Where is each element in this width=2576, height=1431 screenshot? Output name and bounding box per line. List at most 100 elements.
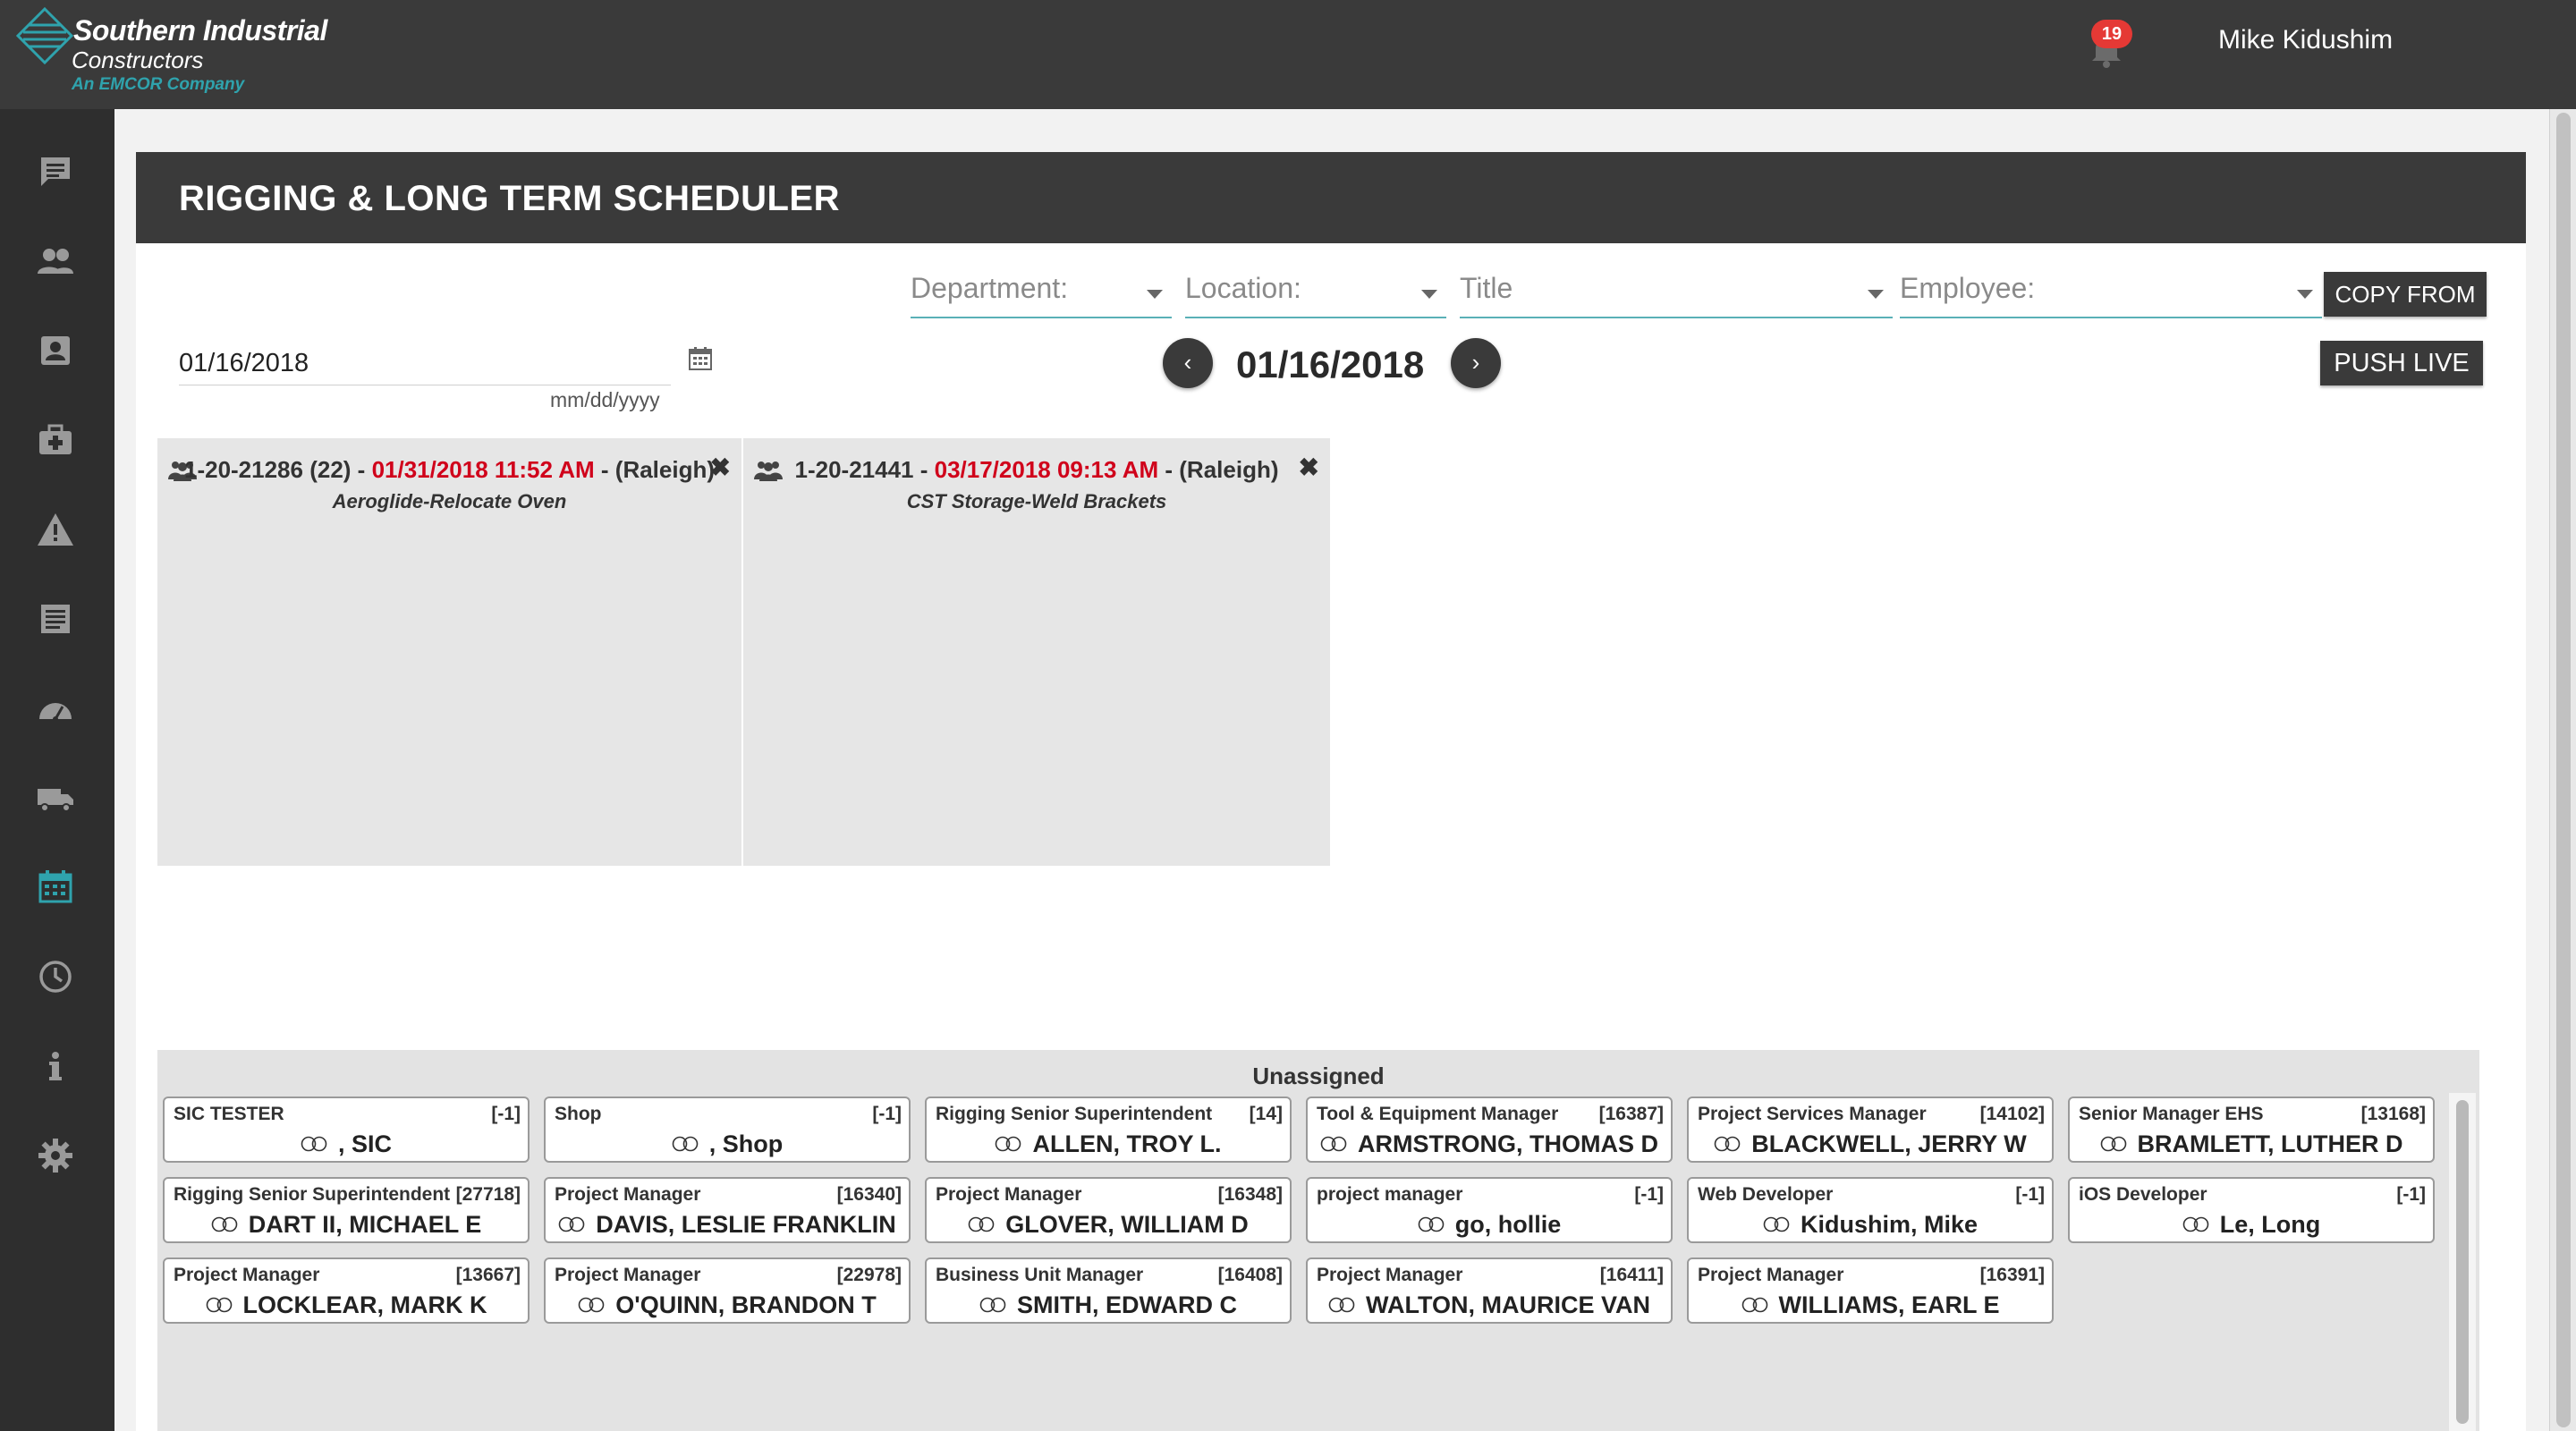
toggle-icon[interactable] (1418, 1216, 1445, 1232)
employee-card[interactable]: Shop [-1] , Shop (544, 1097, 911, 1163)
employee-title: Project Manager (1317, 1265, 1463, 1285)
department-filter[interactable]: Department: (911, 268, 1172, 318)
employee-name: DART II, MICHAEL E (248, 1211, 482, 1238)
employee-card[interactable]: Project Manager [16348] GLOVER, WILLIAM D (925, 1177, 1292, 1243)
sidebar-item-info[interactable] (36, 1046, 75, 1086)
sidebar-item-people[interactable] (36, 241, 75, 281)
page-scrollbar[interactable] (2549, 109, 2576, 1431)
next-day-button[interactable]: › (1451, 338, 1501, 388)
employee-name-row: Kidushim, Mike (1689, 1211, 2052, 1239)
employee-filter[interactable]: Employee: (1900, 268, 2322, 318)
employee-title: Tool & Equipment Manager (1317, 1104, 1559, 1124)
toggle-icon[interactable] (1741, 1297, 1768, 1313)
location-filter[interactable]: Location: (1185, 268, 1446, 318)
employee-card[interactable]: Senior Manager EHS [13168] BRAMLETT, LUTHE… (2068, 1097, 2435, 1163)
employee-card[interactable]: project manager [-1] go, hollie (1306, 1177, 1673, 1243)
brand-name: Southern Industrial (73, 14, 327, 47)
push-live-button[interactable]: PUSH LIVE (2320, 341, 2483, 385)
toggle-icon[interactable] (1763, 1216, 1790, 1232)
employee-name: go, hollie (1454, 1211, 1562, 1238)
employee-name-row: Le, Long (2070, 1211, 2433, 1239)
user-name[interactable]: Mike Kidushim (2218, 25, 2393, 55)
toggle-icon[interactable] (2100, 1136, 2127, 1152)
date-format-hint: mm/dd/yyyy (550, 388, 660, 411)
employee-card[interactable]: Project Manager [22978] O'QUINN, BRANDON T (544, 1257, 911, 1324)
company-logo-icon (16, 7, 73, 64)
employee-id: [13667] (455, 1265, 521, 1285)
employee-title: SIC TESTER (174, 1104, 284, 1124)
page-scrollbar-thumb[interactable] (2556, 113, 2571, 1427)
toggle-icon[interactable] (558, 1216, 585, 1232)
employee-title: Project Manager (555, 1265, 701, 1285)
unassigned-scrollbar-thumb[interactable] (2456, 1100, 2469, 1424)
employee-card[interactable]: Project Manager [13667] LOCKLEAR, MARK K (163, 1257, 530, 1324)
department-filter-label: Department: (911, 272, 1069, 304)
employee-name-row: BLACKWELL, JERRY W (1689, 1130, 2052, 1158)
unassigned-scrollbar[interactable] (2449, 1093, 2476, 1431)
employee-card[interactable]: SIC TESTER [-1] , SIC (163, 1097, 530, 1163)
medical-kit-icon (39, 424, 72, 454)
clock-icon (39, 961, 72, 993)
toggle-icon[interactable] (206, 1297, 233, 1313)
sidebar-item-medical[interactable] (36, 420, 75, 460)
scheduler-panel: RIGGING & LONG TERM SCHEDULER Department… (136, 152, 2526, 1431)
toggle-icon[interactable] (1714, 1136, 1741, 1152)
sidebar-item-scheduler[interactable] (36, 868, 75, 907)
employee-name-row: BRAMLETT, LUTHER D (2070, 1130, 2433, 1158)
chevron-down-icon (2297, 290, 2313, 299)
job-due-date: 01/31/2018 11:52 AM (371, 456, 595, 483)
previous-day-button[interactable]: ‹ (1163, 338, 1213, 388)
toggle-icon[interactable] (968, 1216, 995, 1232)
close-icon[interactable]: ✖ (710, 453, 731, 482)
date-input[interactable]: 01/16/2018 (179, 342, 671, 385)
employee-card[interactable]: Business Unit Manager [16408] SMITH, EDWAR… (925, 1257, 1292, 1324)
sidebar-item-dashboard[interactable] (36, 689, 75, 728)
employee-name: Kidushim, Mike (1800, 1211, 1979, 1238)
sidebar-item-safety[interactable] (36, 510, 75, 549)
employee-card[interactable]: Rigging Senior Superintendent [27718] DART… (163, 1177, 530, 1243)
employee-card[interactable]: iOS Developer [-1] Le, Long (2068, 1177, 2435, 1243)
sidebar-item-equipment[interactable] (36, 778, 75, 817)
copy-from-button[interactable]: COPY FROM (2324, 272, 2487, 317)
employee-id: [-1] (2015, 1184, 2045, 1205)
employee-card[interactable]: Tool & Equipment Manager [16387] ARMSTRONG… (1306, 1097, 1673, 1163)
employee-card[interactable]: Project Manager [16411] WALTON, MAURICE VA… (1306, 1257, 1673, 1324)
toggle-icon[interactable] (1328, 1297, 1355, 1313)
toggle-icon[interactable] (1320, 1136, 1347, 1152)
employee-card[interactable]: Project Services Manager [14102] BLACKWELL… (1687, 1097, 2054, 1163)
title-filter[interactable]: Title (1460, 268, 1893, 318)
employee-card[interactable]: Rigging Senior Superintendent [14] ALLEN, … (925, 1097, 1292, 1163)
job-header: 1-20-21286 (22) - 01/31/2018 11:52 AM - … (183, 456, 716, 483)
sidebar-item-settings[interactable] (36, 1136, 75, 1175)
warning-icon (38, 513, 73, 546)
employee-card[interactable]: Web Developer [-1] Kidushim, Mike (1687, 1177, 2054, 1243)
toggle-icon[interactable] (211, 1216, 238, 1232)
employee-card[interactable]: Project Manager [16340] DAVIS, LESLIE FRAN… (544, 1177, 911, 1243)
job-card[interactable]: 1-20-21286 (22) - 01/31/2018 11:52 AM - … (157, 438, 741, 866)
employee-name: O'QUINN, BRANDON T (615, 1291, 877, 1318)
employee-title: Shop (555, 1104, 602, 1124)
employee-name: WALTON, MAURICE VAN (1366, 1291, 1650, 1318)
toggle-icon[interactable] (995, 1136, 1021, 1152)
job-card[interactable]: 1-20-21441 - 03/17/2018 09:13 AM - (Rale… (743, 438, 1330, 866)
contact-card-icon (41, 336, 70, 365)
job-location: (Raleigh) (614, 456, 716, 483)
date-input-value: 01/16/2018 (179, 349, 309, 377)
truck-icon (38, 789, 73, 812)
sidebar-item-time[interactable] (36, 957, 75, 996)
toggle-icon[interactable] (2182, 1216, 2209, 1232)
employee-name-row: go, hollie (1308, 1211, 1671, 1239)
close-icon[interactable]: ✖ (1299, 453, 1319, 482)
gear-icon (38, 1139, 72, 1173)
employee-card[interactable]: Project Manager [16391] WILLIAMS, EARL E (1687, 1257, 2054, 1324)
notification-count-badge[interactable]: 19 (2091, 20, 2132, 48)
toggle-icon[interactable] (578, 1297, 605, 1313)
sidebar-item-contacts[interactable] (36, 331, 75, 370)
sidebar-item-documents[interactable] (36, 599, 75, 639)
people-icon (38, 249, 73, 274)
calendar-icon[interactable] (687, 345, 714, 372)
toggle-icon[interactable] (672, 1136, 699, 1152)
toggle-icon[interactable] (301, 1136, 327, 1152)
sidebar-item-comments[interactable] (36, 152, 75, 191)
toggle-icon[interactable] (979, 1297, 1006, 1313)
